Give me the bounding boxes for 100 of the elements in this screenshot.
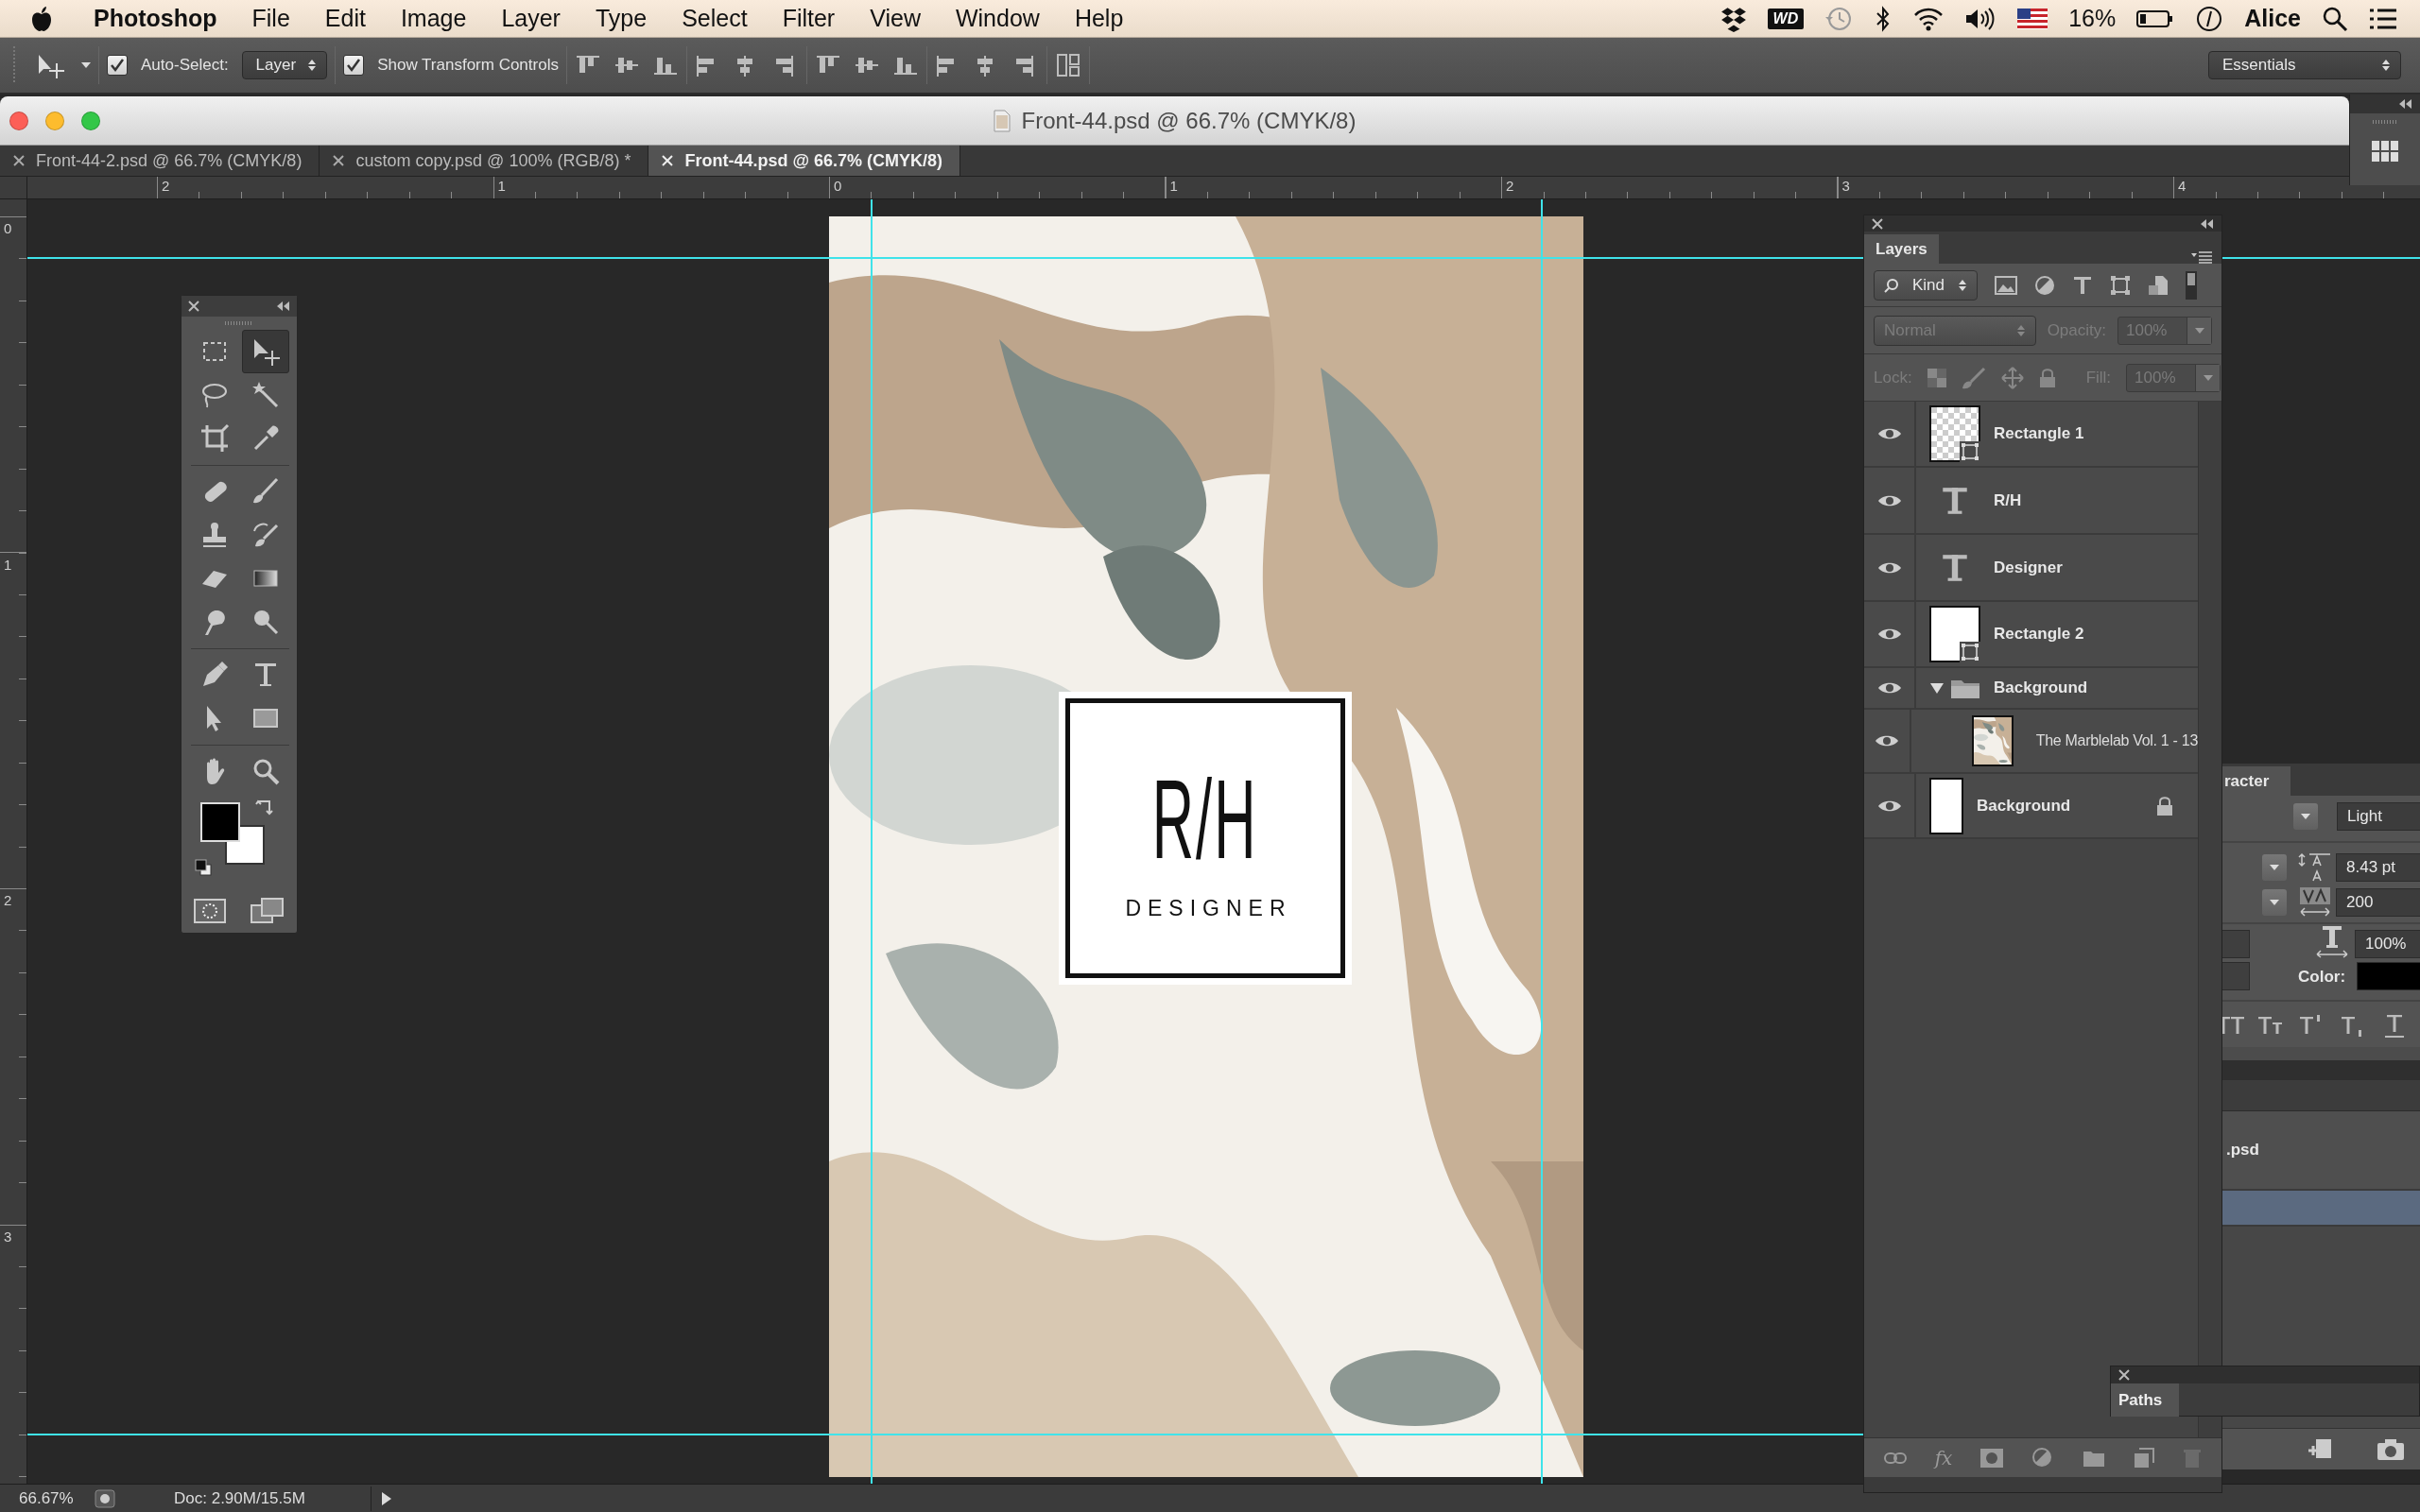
default-colors-icon[interactable] [195,859,212,876]
play-icon[interactable] [381,1490,392,1506]
leading-field[interactable]: 8.43 pt [2336,853,2420,882]
status-menu-icon[interactable] [95,1488,115,1508]
document-tab[interactable]: Front-44-2.psd @ 66.7% (CMYK/8) [0,146,320,176]
checkbox[interactable] [343,55,365,76]
layer-select[interactable]: Layer [241,51,328,79]
search-icon [1884,277,1899,293]
user-name[interactable]: Alice [2244,5,2301,32]
layer-row[interactable]: Rectangle 1 [1864,402,2198,468]
close-icon[interactable] [333,155,345,166]
layer-row[interactable]: Rectangle 2 [1864,602,2198,668]
checkbox-label: Auto-Select: [141,56,229,75]
dropdown-button[interactable] [2262,889,2287,916]
menu-item[interactable]: Window [955,5,1040,32]
diamonds-icon[interactable] [1720,5,1747,32]
screen-mode-icon[interactable] [251,897,285,925]
layer-name: R/H [1994,490,2023,510]
circle-slash-icon[interactable] [2195,4,2224,33]
checkbox[interactable] [107,55,128,76]
menu-item[interactable]: Select [682,5,748,32]
app-menu[interactable]: Photoshop [94,5,217,32]
tool-button[interactable] [242,330,289,373]
input-field[interactable] [2222,962,2250,990]
wifi-icon[interactable] [1913,6,1945,31]
dropdown-button[interactable] [2293,803,2318,830]
camera-icon[interactable] [2377,1437,2405,1461]
close-icon[interactable] [13,155,25,166]
tracking-field[interactable]: 200 [2336,888,2420,917]
layer-row[interactable]: The Marblelab Vol. 1 - 13 [1864,710,2198,774]
panel-tab[interactable]: Paths [2111,1383,2179,1417]
expand-triangle-icon[interactable] [1929,681,1945,695]
collapse-icon[interactable] [2199,217,2214,230]
layer-row[interactable]: R/H [1864,468,2198,535]
close-window-button[interactable] [9,111,28,130]
color-swatch[interactable] [2357,962,2420,990]
layer-row[interactable]: Background [1864,774,2198,839]
layer-row[interactable]: Designer [1864,535,2198,602]
vertical-scale-field[interactable]: 100% [2355,930,2420,958]
logo-monogram: R/H [1152,763,1258,875]
adjustment-filter-icon[interactable] [2034,274,2055,296]
close-icon[interactable] [188,301,199,312]
menu-item[interactable]: View [870,5,921,32]
caret-icon[interactable] [81,61,91,69]
auto-align-icon[interactable] [1054,52,1081,78]
smart-object-filter-icon[interactable] [2148,274,2169,296]
ruler-label: 3 [4,1228,12,1245]
input-field[interactable] [2222,930,2250,958]
panel-tab[interactable]: racter [2222,766,2290,796]
panel-grid-icon[interactable] [2371,140,2399,163]
filter-select[interactable]: Kind [1874,269,1978,301]
eye-icon [1876,426,1902,441]
mask-icon[interactable] [1980,1448,2004,1468]
layer-name: Background [1977,796,2072,816]
menu-item[interactable]: Image [400,5,467,32]
close-icon[interactable] [1872,217,1883,230]
menu-item[interactable]: File [251,5,290,32]
dropdown-button[interactable] [2262,854,2287,881]
new-layer-icon[interactable] [2134,1447,2155,1469]
menu-item[interactable]: Edit [324,5,366,32]
foreground-color-swatch[interactable] [200,802,240,842]
type-filter-icon[interactable] [2072,274,2093,296]
flag-icon[interactable] [2017,8,2048,29]
document-icon [993,109,1011,132]
lock-icon[interactable] [2156,795,2173,816]
menu-item[interactable]: Type [595,5,648,32]
link-icon[interactable] [1883,1451,1907,1465]
image-filter-icon[interactable] [1995,275,2017,295]
layer-row[interactable]: Background [1864,668,2198,710]
shape-filter-icon[interactable] [2110,274,2131,296]
vector-mask-icon [1960,441,1980,462]
grip-icon[interactable] [2373,120,2397,124]
grip-icon[interactable] [11,46,17,84]
font-style-field[interactable]: Light [2337,802,2420,831]
drive-badge[interactable]: WD [1767,8,1805,29]
apple-icon[interactable] [30,5,53,32]
menu-item[interactable]: Layer [501,5,561,32]
zoom-window-button[interactable] [81,111,100,130]
logo-subtitle: DESIGNER [1124,895,1292,921]
history-row[interactable]: .psd [2222,1111,2420,1191]
panel-menu-icon[interactable] [2191,250,2212,264]
layer-name: Rectangle 1 [1994,424,2085,443]
document-tab[interactable]: Front-44.psd @ 66.7% (CMYK/8) [648,146,961,176]
updown-icon [307,58,318,73]
swap-colors-icon[interactable] [255,799,274,817]
menu-item[interactable]: Filter [782,5,836,32]
battery-percent[interactable]: 16% [2068,5,2117,32]
ruler-label: 1 [1169,178,1178,194]
collapse-icon[interactable] [2397,98,2412,110]
filter-toggle-icon[interactable] [2186,270,2197,300]
panel-tab[interactable]: Layers [1864,234,1939,264]
quick-mask-icon[interactable] [194,899,226,923]
search-icon[interactable] [2322,5,2348,32]
collapse-icon[interactable] [275,301,290,312]
grip-icon[interactable] [225,321,253,325]
eye-icon [1876,680,1902,696]
menu-item[interactable]: Help [1074,5,1124,32]
close-icon[interactable] [2118,1369,2130,1381]
workspace-select[interactable]: Essentials [2208,51,2401,79]
battery-icon[interactable] [2136,9,2175,28]
